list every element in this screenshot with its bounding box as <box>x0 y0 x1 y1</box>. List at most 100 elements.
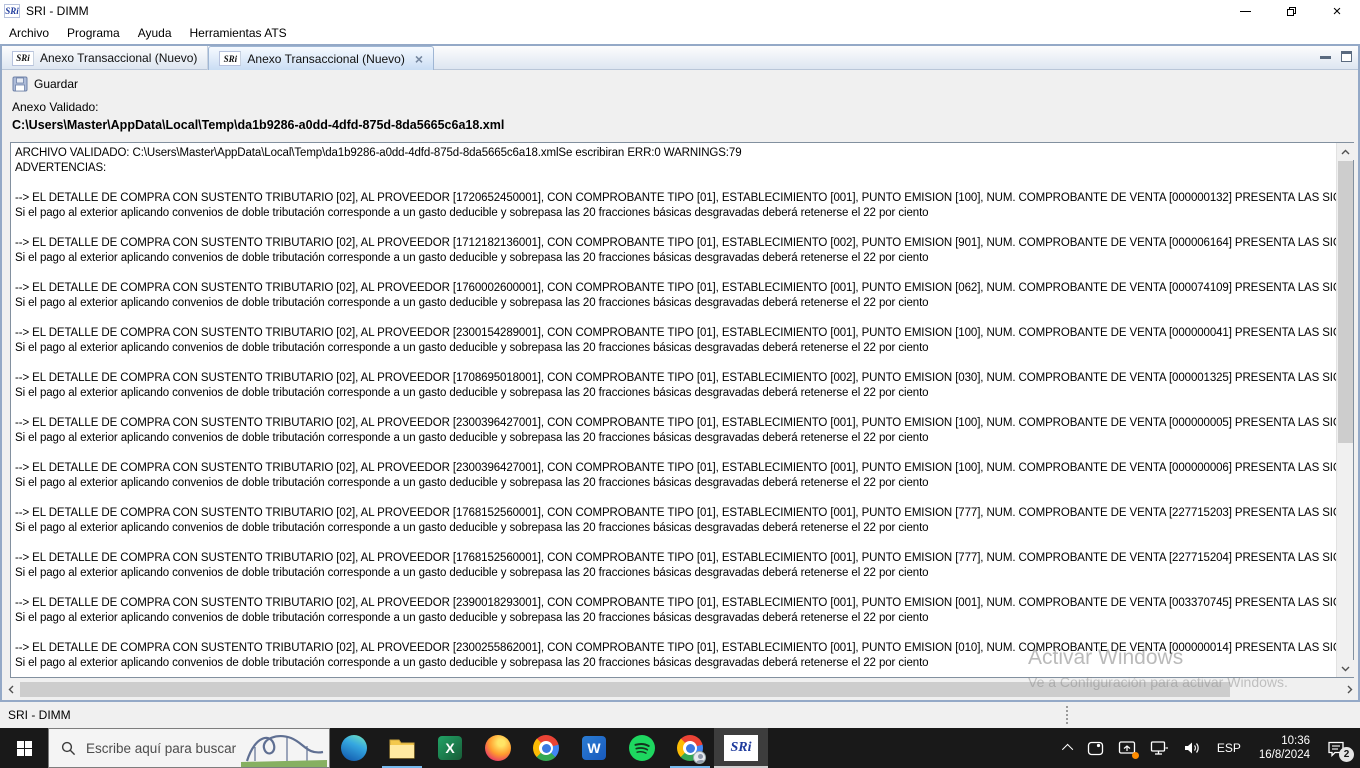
menu-herramientas-ats[interactable]: Herramientas ATS <box>181 23 296 43</box>
scroll-up-arrow[interactable] <box>1337 143 1354 160</box>
warning-line2: Si el pago al exterior aplicando conveni… <box>15 612 929 624</box>
warning-line2: Si el pago al exterior aplicando conveni… <box>15 432 929 444</box>
log-header-line: ARCHIVO VALIDADO: C:\Users\Master\AppDat… <box>15 147 742 159</box>
tab-anexo-transaccional-2[interactable]: SRi Anexo Transaccional (Nuevo) × <box>208 46 435 70</box>
tab-close-icon[interactable]: × <box>415 51 423 67</box>
log-blank-line <box>15 536 1336 551</box>
toolbar: Guardar <box>12 76 78 92</box>
system-tray: ESP 10:36 16/8/2024 2 <box>1058 728 1360 768</box>
warning-line2: Si el pago al exterior aplicando conveni… <box>15 207 929 219</box>
sri-tab-icon: SRi <box>219 51 242 66</box>
log-blank-line <box>15 671 1336 677</box>
vertical-scroll-thumb[interactable] <box>1338 161 1353 443</box>
network-icon <box>1150 741 1168 755</box>
warning-line1: --> EL DETALLE DE COMPRA CON SUSTENTO TR… <box>15 642 1336 654</box>
minimize-icon <box>1239 10 1251 12</box>
scroll-down-arrow[interactable] <box>1337 660 1354 677</box>
taskbar-firefox-icon[interactable] <box>474 728 522 768</box>
menu-archivo[interactable]: Archivo <box>0 23 58 43</box>
horizontal-scrollbar[interactable] <box>2 681 1358 698</box>
main-frame: SRi Anexo Transaccional (Nuevo) SRi Anex… <box>0 44 1360 702</box>
log-advertencias-label: ADVERTENCIAS: <box>15 162 107 174</box>
view-maximize-icon[interactable] <box>1341 51 1352 62</box>
tray-app-icon-1[interactable] <box>1080 728 1111 768</box>
tray-volume-button[interactable] <box>1176 728 1208 768</box>
statusbar: SRI - DIMM <box>0 702 1360 728</box>
close-icon: × <box>1332 2 1342 20</box>
profile-avatar <box>693 751 706 764</box>
language-indicator[interactable]: ESP <box>1208 728 1250 768</box>
save-button[interactable]: Guardar <box>34 77 78 91</box>
warning-line2: Si el pago al exterior aplicando conveni… <box>15 657 929 669</box>
taskbar-clock[interactable]: 10:36 16/8/2024 <box>1250 728 1319 768</box>
taskbar-chrome-profile-icon[interactable] <box>666 728 714 768</box>
save-icon[interactable] <box>12 76 28 92</box>
warning-line1: --> EL DETALLE DE COMPRA CON SUSTENTO TR… <box>15 237 1336 249</box>
log-blank-line <box>15 176 1336 191</box>
taskbar-file-explorer-icon[interactable] <box>378 728 426 768</box>
taskbar-search[interactable] <box>48 728 330 768</box>
tray-expand-button[interactable] <box>1058 728 1080 768</box>
menu-programa[interactable]: Programa <box>58 23 129 43</box>
warning-line1: --> EL DETALLE DE COMPRA CON SUSTENTO TR… <box>15 597 1336 609</box>
tabstrip: SRi Anexo Transaccional (Nuevo) SRi Anex… <box>2 46 1358 70</box>
close-button[interactable]: × <box>1314 0 1360 22</box>
minimize-button[interactable] <box>1222 0 1268 22</box>
taskbar-spotify-icon[interactable] <box>618 728 666 768</box>
taskbar-app-icons: X W SRi <box>330 728 768 768</box>
vertical-scrollbar[interactable] <box>1336 143 1354 677</box>
taskbar: X W SRi <box>0 728 1360 768</box>
warning-line2: Si el pago al exterior aplicando conveni… <box>15 477 929 489</box>
chevron-up-icon <box>1061 743 1074 756</box>
warning-line1: --> EL DETALLE DE COMPRA CON SUSTENTO TR… <box>15 417 1336 429</box>
warning-line2: Si el pago al exterior aplicando conveni… <box>15 342 929 354</box>
sri-tab-icon: SRi <box>12 50 34 66</box>
titlebar: SRi SRI - DIMM × <box>0 0 1360 22</box>
validated-file-path: C:\Users\Master\AppData\Local\Temp\da1b9… <box>12 118 505 132</box>
taskbar-chrome-icon[interactable] <box>522 728 570 768</box>
tab-label: Anexo Transaccional (Nuevo) <box>40 51 198 65</box>
log-blank-line <box>15 446 1336 461</box>
warning-line1: --> EL DETALLE DE COMPRA CON SUSTENTO TR… <box>15 372 1336 384</box>
taskbar-sri-dimm-icon[interactable]: SRi <box>714 728 768 768</box>
rollercoaster-image <box>241 735 327 767</box>
restore-icon <box>1286 6 1296 16</box>
window-title: SRI - DIMM <box>26 4 89 18</box>
log-blank-line <box>15 581 1336 596</box>
warning-line1: --> EL DETALLE DE COMPRA CON SUSTENTO TR… <box>15 327 1336 339</box>
search-icon <box>61 741 76 755</box>
warning-line2: Si el pago al exterior aplicando conveni… <box>15 567 929 579</box>
taskbar-excel-icon[interactable]: X <box>426 728 474 768</box>
scroll-right-arrow[interactable] <box>1341 681 1358 698</box>
notification-badge: 2 <box>1339 747 1354 762</box>
tray-cast-button[interactable] <box>1111 728 1143 768</box>
warning-line2: Si el pago al exterior aplicando conveni… <box>15 387 929 399</box>
restore-button[interactable] <box>1268 0 1314 22</box>
log-blank-line <box>15 311 1336 326</box>
log-blank-line <box>15 266 1336 281</box>
taskbar-word-icon[interactable]: W <box>570 728 618 768</box>
log-blank-line <box>15 401 1336 416</box>
windows-logo-icon <box>16 740 32 756</box>
log-blank-line <box>15 221 1336 236</box>
view-minimize-icon[interactable] <box>1320 56 1331 65</box>
horizontal-scroll-thumb[interactable] <box>20 682 1230 697</box>
search-input[interactable] <box>86 740 246 756</box>
tab-anexo-transaccional-1[interactable]: SRi Anexo Transaccional (Nuevo) <box>2 46 209 70</box>
log-warnings: --> EL DETALLE DE COMPRA CON SUSTENTO TR… <box>15 191 1336 677</box>
taskbar-edge-icon[interactable] <box>330 728 378 768</box>
validation-log: ARCHIVO VALIDADO: C:\Users\Master\AppDat… <box>11 143 1336 677</box>
tray-network-button[interactable] <box>1143 728 1176 768</box>
anexo-validado-label: Anexo Validado: <box>12 100 99 114</box>
menu-ayuda[interactable]: Ayuda <box>129 23 181 43</box>
volume-icon <box>1184 742 1199 754</box>
scroll-left-arrow[interactable] <box>2 681 19 698</box>
clock-date: 16/8/2024 <box>1258 749 1310 761</box>
notification-center-button[interactable]: 2 <box>1319 728 1360 768</box>
content-panel: Guardar Anexo Validado: C:\Users\Master\… <box>2 70 1358 700</box>
log-blank-line <box>15 356 1336 371</box>
validation-log-area[interactable]: ARCHIVO VALIDADO: C:\Users\Master\AppDat… <box>10 142 1354 678</box>
start-button[interactable] <box>0 728 48 768</box>
warning-line1: --> EL DETALLE DE COMPRA CON SUSTENTO TR… <box>15 507 1336 519</box>
log-blank-line <box>15 491 1336 506</box>
